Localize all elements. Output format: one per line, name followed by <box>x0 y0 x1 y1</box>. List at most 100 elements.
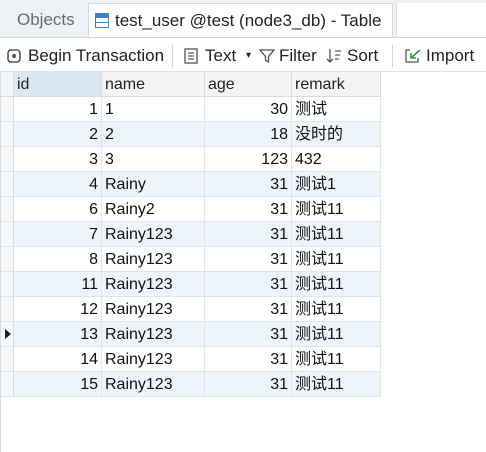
cell-name[interactable]: Rainy123 <box>102 372 205 397</box>
table-row[interactable]: 15 Rainy123 31 测试11 <box>0 372 381 397</box>
cell-name[interactable]: Rainy123 <box>102 347 205 372</box>
table-row[interactable]: 14 Rainy123 31 测试11 <box>0 347 381 372</box>
tab-table-test-user[interactable]: test_user @test (node3_db) - Table <box>88 3 393 37</box>
table-row[interactable]: 4 Rainy 31 测试1 <box>0 172 381 197</box>
row-selector[interactable] <box>0 322 14 347</box>
column-header-remark[interactable]: remark <box>292 72 381 97</box>
cell-name[interactable]: Rainy <box>102 172 205 197</box>
cell-id[interactable]: 4 <box>14 172 102 197</box>
cell-remark[interactable]: 测试11 <box>292 297 381 322</box>
tab-bar: Objects test_user @test (node3_db) - Tab… <box>0 0 486 38</box>
text-button[interactable]: Text ▾ <box>184 38 256 72</box>
cell-age[interactable]: 31 <box>205 272 292 297</box>
transaction-icon <box>7 49 21 63</box>
cell-age[interactable]: 31 <box>205 347 292 372</box>
row-selector[interactable] <box>0 147 14 172</box>
import-button[interactable]: Import <box>404 38 482 72</box>
cell-name[interactable]: Rainy123 <box>102 272 205 297</box>
cell-age[interactable]: 31 <box>205 297 292 322</box>
cell-id[interactable]: 6 <box>14 197 102 222</box>
table-row[interactable]: 6 Rainy2 31 测试11 <box>0 197 381 222</box>
table-row[interactable]: 3 3 123 432 <box>0 147 381 172</box>
row-selector[interactable] <box>0 122 14 147</box>
cell-remark[interactable]: 测试11 <box>292 247 381 272</box>
chevron-down-icon: ▾ <box>246 50 252 61</box>
sort-button-label: Sort <box>347 46 379 65</box>
row-selector[interactable] <box>0 222 14 247</box>
cell-name[interactable]: 1 <box>102 97 205 122</box>
cell-name[interactable]: 3 <box>102 147 205 172</box>
cell-id[interactable]: 8 <box>14 247 102 272</box>
row-selector[interactable] <box>0 197 14 222</box>
begin-transaction-label: Begin Transaction <box>28 46 165 65</box>
toolbar: Begin Transaction Text ▾ Filter Sort Imp… <box>0 38 486 72</box>
column-header-id[interactable]: id <box>14 72 102 97</box>
cell-remark[interactable]: 测试11 <box>292 222 381 247</box>
cell-age[interactable]: 31 <box>205 372 292 397</box>
cell-remark[interactable]: 测试1 <box>292 172 381 197</box>
text-document-icon <box>184 48 198 64</box>
cell-age[interactable]: 31 <box>205 222 292 247</box>
import-button-label: Import <box>426 46 475 65</box>
cell-remark[interactable]: 测试11 <box>292 197 381 222</box>
cell-age[interactable]: 31 <box>205 322 292 347</box>
cell-id[interactable]: 14 <box>14 347 102 372</box>
sort-button[interactable]: Sort <box>326 38 381 72</box>
row-selector[interactable] <box>0 272 14 297</box>
tab-objects[interactable]: Objects <box>0 3 86 37</box>
table-row[interactable]: 1 1 30 测试 <box>0 97 381 122</box>
cell-remark[interactable]: 测试11 <box>292 347 381 372</box>
row-selector[interactable] <box>0 172 14 197</box>
table-row[interactable]: 8 Rainy123 31 测试11 <box>0 247 381 272</box>
cell-id[interactable]: 11 <box>14 272 102 297</box>
cell-age[interactable]: 31 <box>205 197 292 222</box>
row-header-corner <box>0 72 14 97</box>
cell-remark[interactable]: 没时的 <box>292 122 381 147</box>
cell-name[interactable]: Rainy2 <box>102 197 205 222</box>
cell-name[interactable]: Rainy123 <box>102 322 205 347</box>
cell-remark[interactable]: 测试11 <box>292 272 381 297</box>
cell-id[interactable]: 15 <box>14 372 102 397</box>
tab-bar-empty-area <box>396 3 486 37</box>
filter-button-label: Filter <box>279 46 317 65</box>
cell-id[interactable]: 3 <box>14 147 102 172</box>
cell-name[interactable]: Rainy123 <box>102 297 205 322</box>
filter-button[interactable]: Filter <box>258 38 318 72</box>
row-selector[interactable] <box>0 297 14 322</box>
cell-age[interactable]: 18 <box>205 122 292 147</box>
cell-age[interactable]: 31 <box>205 172 292 197</box>
cell-name[interactable]: Rainy123 <box>102 247 205 272</box>
sort-icon <box>326 49 341 63</box>
row-selector[interactable] <box>0 97 14 122</box>
cell-name[interactable]: Rainy123 <box>102 222 205 247</box>
column-header-name[interactable]: name <box>102 72 205 97</box>
current-row-marker-icon <box>5 329 11 339</box>
text-button-label: Text <box>205 46 237 65</box>
cell-id[interactable]: 2 <box>14 122 102 147</box>
table-row[interactable]: 12 Rainy123 31 测试11 <box>0 297 381 322</box>
row-selector[interactable] <box>0 347 14 372</box>
row-selector[interactable] <box>0 372 14 397</box>
cell-name[interactable]: 2 <box>102 122 205 147</box>
grid-left-border <box>0 72 1 452</box>
cell-remark[interactable]: 测试11 <box>292 322 381 347</box>
cell-id[interactable]: 1 <box>14 97 102 122</box>
cell-id[interactable]: 13 <box>14 322 102 347</box>
table-row[interactable]: 13 Rainy123 31 测试11 <box>0 322 381 347</box>
cell-id[interactable]: 7 <box>14 222 102 247</box>
cell-remark[interactable]: 测试11 <box>292 372 381 397</box>
table-row[interactable]: 11 Rainy123 31 测试11 <box>0 272 381 297</box>
row-selector[interactable] <box>0 247 14 272</box>
cell-remark[interactable]: 432 <box>292 147 381 172</box>
toolbar-separator <box>172 45 173 67</box>
cell-age[interactable]: 31 <box>205 247 292 272</box>
cell-id[interactable]: 12 <box>14 297 102 322</box>
cell-remark[interactable]: 测试 <box>292 97 381 122</box>
toolbar-separator <box>392 45 393 67</box>
table-row[interactable]: 7 Rainy123 31 测试11 <box>0 222 381 247</box>
cell-age[interactable]: 123 <box>205 147 292 172</box>
cell-age[interactable]: 30 <box>205 97 292 122</box>
filter-icon <box>259 49 275 64</box>
table-row[interactable]: 2 2 18 没时的 <box>0 122 381 147</box>
column-header-age[interactable]: age <box>205 72 292 97</box>
